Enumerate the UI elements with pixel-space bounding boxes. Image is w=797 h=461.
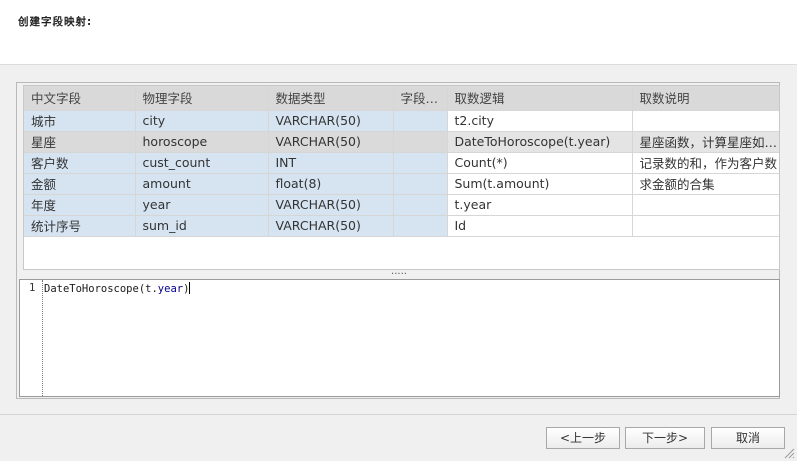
splitter-handle[interactable]: .....: [387, 267, 411, 277]
resize-grip-icon[interactable]: [783, 447, 795, 459]
cell-field-desc[interactable]: [393, 131, 448, 153]
cell-cn-field[interactable]: 星座: [24, 131, 136, 153]
cell-fetch-logic[interactable]: Id: [447, 215, 633, 237]
table-row[interactable]: 客户数 cust_count INT Count(*) 记录数的和，作为客户数: [24, 152, 779, 174]
code-line[interactable]: DateToHoroscope(t.year): [44, 282, 191, 295]
cancel-button[interactable]: 取消: [711, 427, 785, 449]
cell-physical-field[interactable]: horoscope: [135, 131, 269, 153]
cell-data-type[interactable]: INT: [268, 152, 394, 174]
cell-cn-field[interactable]: 客户数: [24, 152, 136, 174]
text-cursor: [189, 282, 191, 294]
cell-field-desc[interactable]: [393, 110, 448, 132]
cell-data-type[interactable]: VARCHAR(50): [268, 215, 394, 237]
cell-cn-field[interactable]: 统计序号: [24, 215, 136, 237]
column-header-data-type[interactable]: 数据类型: [268, 86, 394, 111]
cell-fetch-desc[interactable]: [632, 194, 779, 216]
table-header-row: 中文字段 物理字段 数据类型 字段说... 取数逻辑 取数说明: [24, 86, 779, 111]
cell-field-desc[interactable]: [393, 152, 448, 174]
cell-physical-field[interactable]: city: [135, 110, 269, 132]
mapping-panel: 中文字段 物理字段 数据类型 字段说... 取数逻辑 取数说明 城市 city …: [16, 82, 780, 399]
code-text: DateToHoroscope(t.: [44, 283, 158, 295]
cell-data-type[interactable]: VARCHAR(50): [268, 110, 394, 132]
cell-physical-field[interactable]: cust_count: [135, 152, 269, 174]
line-number: 1: [29, 282, 36, 294]
table-row[interactable]: 统计序号 sum_id VARCHAR(50) Id: [24, 215, 779, 237]
cell-physical-field[interactable]: year: [135, 194, 269, 216]
footer-divider: [0, 414, 797, 415]
cell-data-type[interactable]: VARCHAR(50): [268, 131, 394, 153]
column-header-field-desc[interactable]: 字段说...: [393, 86, 448, 111]
cell-field-desc[interactable]: [393, 173, 448, 195]
column-header-fetch-logic[interactable]: 取数逻辑: [447, 86, 633, 111]
expression-editor[interactable]: 1 DateToHoroscope(t.year): [19, 279, 780, 397]
cell-cn-field[interactable]: 金额: [24, 173, 136, 195]
table-row[interactable]: 金额 amount float(8) Sum(t.amount) 求金额的合集: [24, 173, 779, 195]
prev-button[interactable]: <上一步: [546, 427, 620, 449]
mapping-table: 中文字段 物理字段 数据类型 字段说... 取数逻辑 取数说明 城市 city …: [24, 86, 779, 237]
cell-fetch-desc[interactable]: 星座函数，计算星座如何...: [632, 131, 779, 153]
cell-fetch-logic[interactable]: t2.city: [447, 110, 633, 132]
cell-field-desc[interactable]: [393, 215, 448, 237]
cell-fetch-desc[interactable]: [632, 110, 779, 132]
editor-gutter: 1: [20, 280, 43, 396]
table-row-selected[interactable]: 星座 horoscope VARCHAR(50) DateToHoroscope…: [24, 131, 779, 153]
cell-fetch-logic[interactable]: Count(*): [447, 152, 633, 174]
column-header-fetch-desc[interactable]: 取数说明: [632, 86, 779, 111]
next-button[interactable]: 下一步>: [625, 427, 705, 449]
cell-field-desc[interactable]: [393, 194, 448, 216]
cell-fetch-logic[interactable]: t.year: [447, 194, 633, 216]
cell-fetch-logic[interactable]: Sum(t.amount): [447, 173, 633, 195]
column-header-cn-field[interactable]: 中文字段: [24, 86, 136, 111]
cell-fetch-desc[interactable]: [632, 215, 779, 237]
column-header-physical-field[interactable]: 物理字段: [135, 86, 269, 111]
table-row[interactable]: 年度 year VARCHAR(50) t.year: [24, 194, 779, 216]
cell-fetch-desc[interactable]: 求金额的合集: [632, 173, 779, 195]
field-mapping-grid: 中文字段 物理字段 数据类型 字段说... 取数逻辑 取数说明 城市 city …: [23, 85, 780, 270]
cell-data-type[interactable]: VARCHAR(50): [268, 194, 394, 216]
cell-cn-field[interactable]: 城市: [24, 110, 136, 132]
page-title: 创建字段映射:: [18, 16, 93, 28]
cell-physical-field[interactable]: amount: [135, 173, 269, 195]
cell-fetch-desc[interactable]: 记录数的和，作为客户数: [632, 152, 779, 174]
cell-fetch-logic[interactable]: DateToHoroscope(t.year): [447, 131, 633, 153]
cell-cn-field[interactable]: 年度: [24, 194, 136, 216]
code-keyword: year: [157, 283, 184, 295]
cell-data-type[interactable]: float(8): [268, 173, 394, 195]
table-row[interactable]: 城市 city VARCHAR(50) t2.city: [24, 110, 779, 132]
wizard-header: 创建字段映射:: [0, 0, 797, 65]
cell-physical-field[interactable]: sum_id: [135, 215, 269, 237]
